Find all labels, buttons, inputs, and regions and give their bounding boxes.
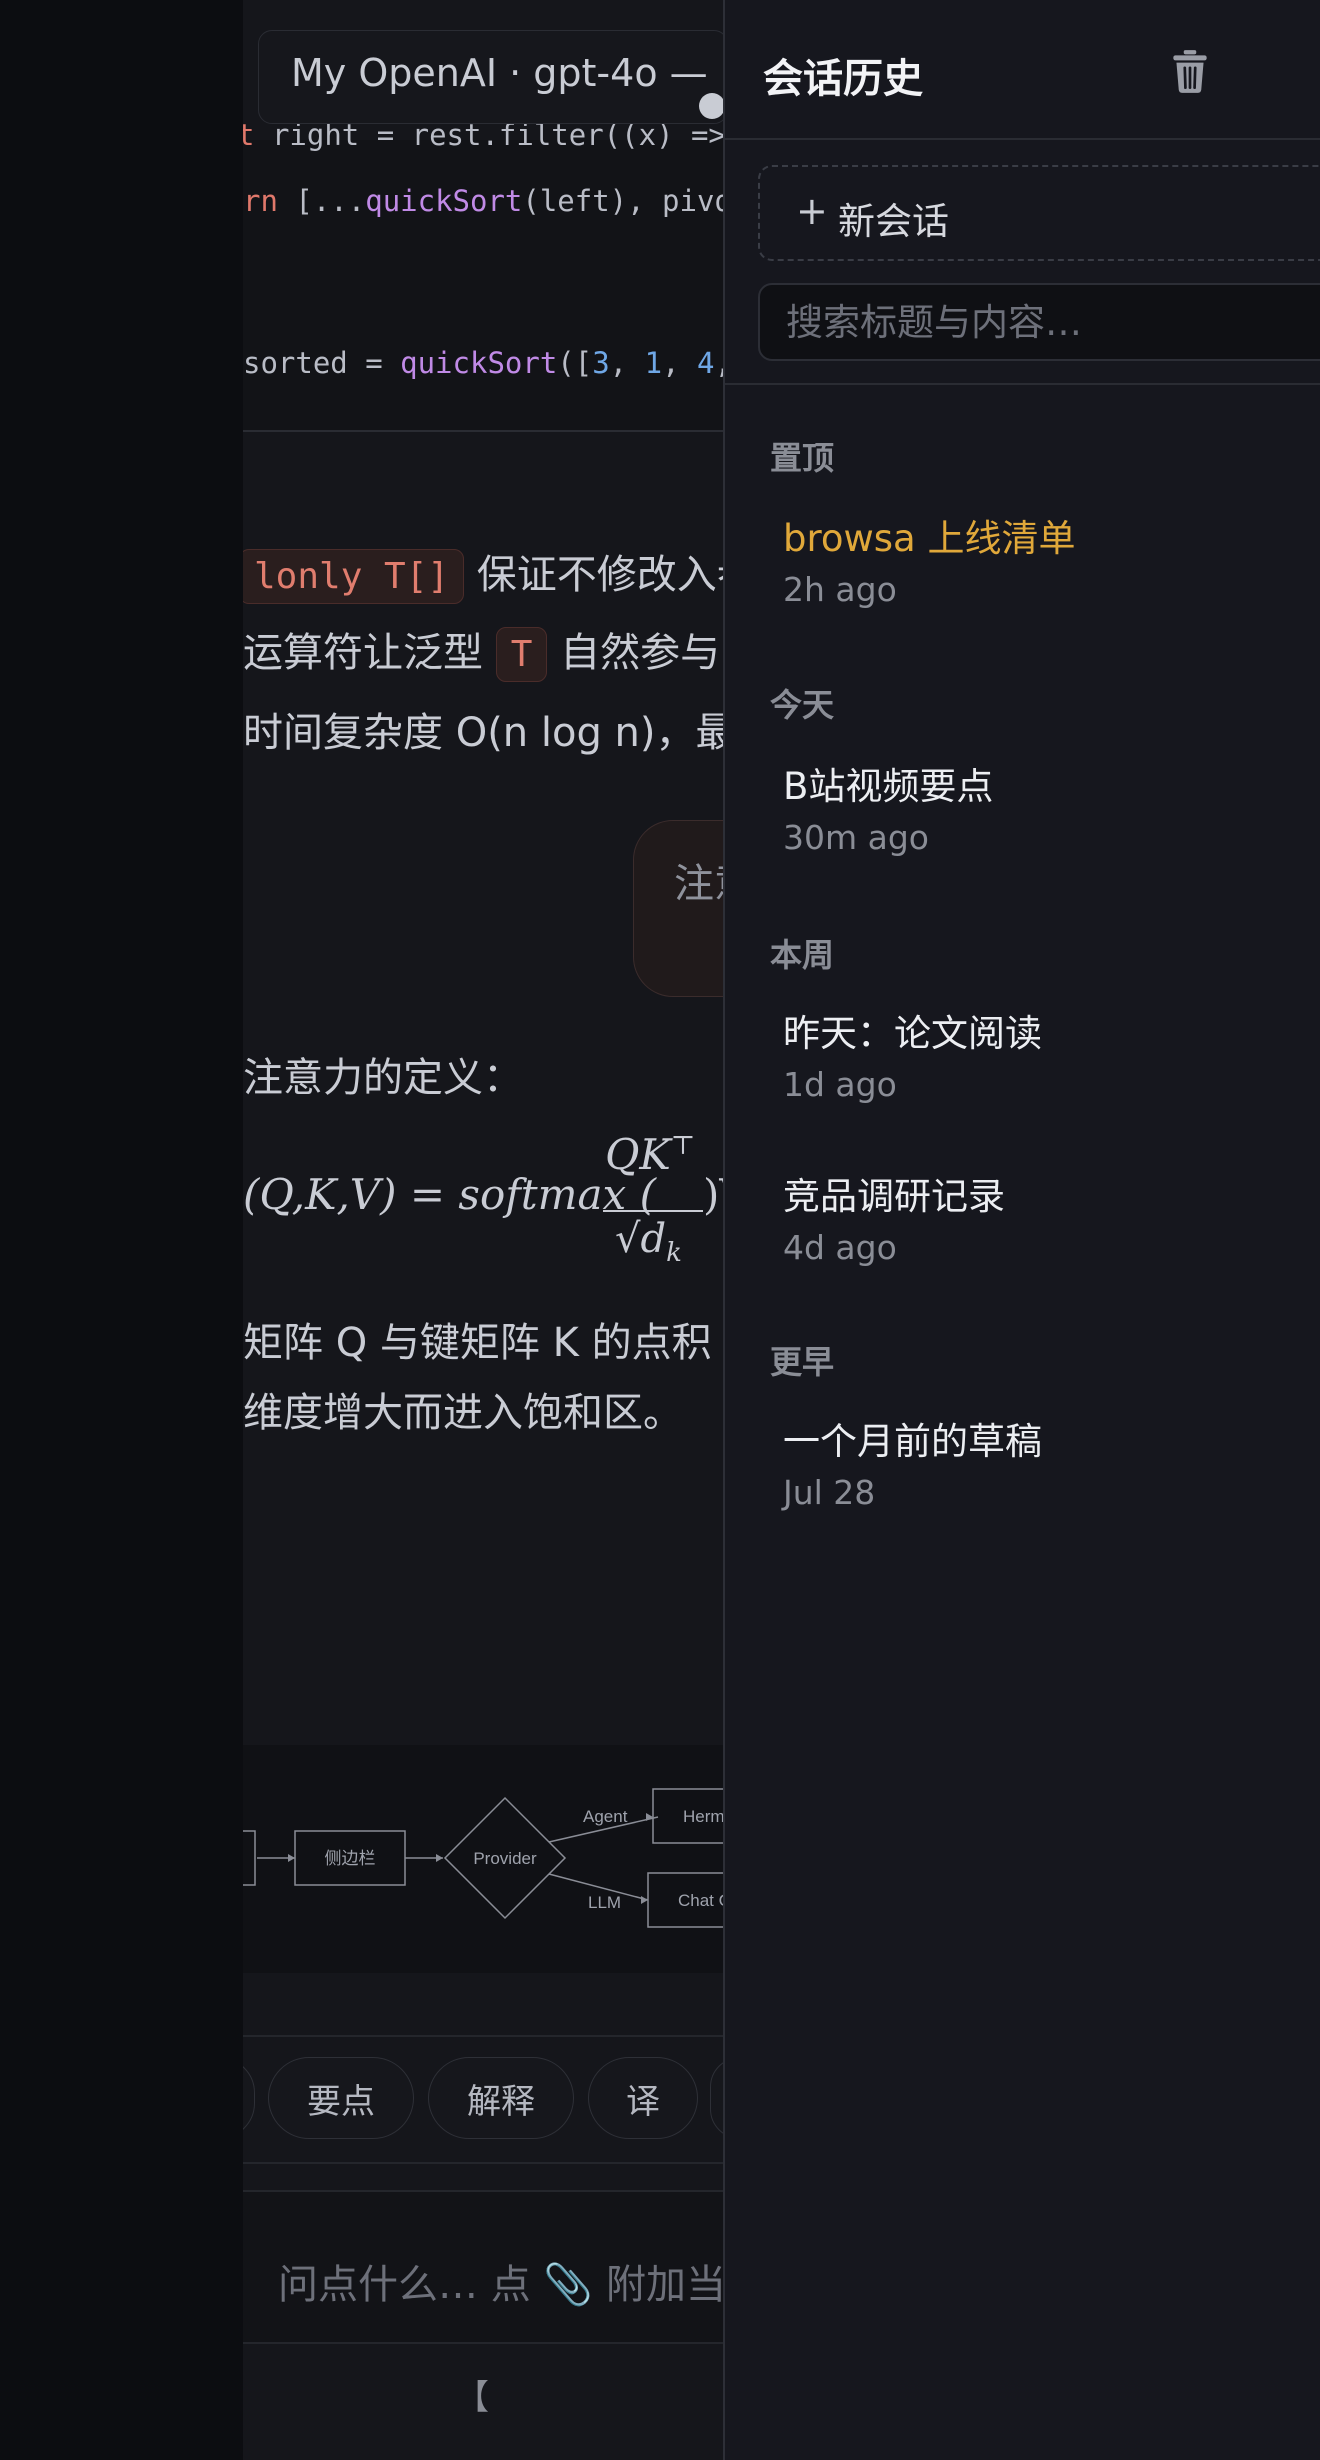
plus-icon: + — [796, 189, 828, 233]
chip-next[interactable] — [710, 2057, 723, 2139]
diagram-arrow-llm — [641, 1896, 648, 1904]
paragraph-3: 时间复杂度 O(n log n)，最 — [243, 710, 723, 756]
conversation-item[interactable]: 竞品调研记录 4d ago — [761, 1148, 1301, 1293]
diagram-arrow-1 — [288, 1854, 295, 1862]
conversation-time: 2h ago — [783, 570, 897, 609]
quick-action-chips: 要点 解释 译 — [243, 2035, 723, 2164]
math-formula: (Q,K,V) = softmax ( QK⊤ √dk )V — [243, 1130, 723, 1268]
code-line-2: rn [...quickSort(left), pivo — [243, 184, 723, 218]
model-title: My OpenAI · gpt-4o — — [291, 51, 708, 95]
new-chat-button[interactable]: + 新会话 — [758, 165, 1320, 261]
user-message-bubble: 注意 — [633, 820, 723, 997]
section-label-pinned: 置顶 — [770, 439, 835, 477]
flow-diagram: 侧边栏 Provider Agent LLM Herm Chat C — [243, 1745, 723, 1973]
footer-hint: 【 — [455, 2378, 489, 2418]
diagram-arrow-2 — [436, 1854, 443, 1862]
conversation-time: 30m ago — [783, 818, 929, 857]
conversation-item[interactable]: browsa 上线清单 2h ago — [761, 490, 1301, 635]
code-line-3: sorted = quickSort([3, 1, 4, — [243, 346, 723, 380]
conversation-time: 1d ago — [783, 1065, 897, 1104]
section-label-earlier: 更早 — [770, 1343, 835, 1381]
conversation-title: 竞品调研记录 — [783, 1175, 1005, 1218]
composer-placeholder: 问点什么… 点 📎 附加当 — [278, 2262, 723, 2308]
drawer-header: 会话历史 — [725, 0, 1320, 140]
left-gutter — [0, 0, 243, 2460]
new-chat-label: 新会话 — [838, 200, 949, 243]
status-dot-icon — [699, 93, 725, 119]
history-search-input[interactable] — [758, 283, 1320, 361]
flow-diagram-svg: 侧边栏 Provider Agent LLM Herm Chat C — [243, 1788, 723, 1928]
section-label-today: 今天 — [770, 686, 835, 724]
history-drawer: 会话历史 + 新会话 置顶 browsa 上线清单 2h ago — [723, 0, 1320, 2460]
conversation-title: 一个月前的草稿 — [783, 1420, 1042, 1463]
diagram-label-agent: Agent — [583, 1807, 628, 1826]
trash-icon-svg — [1173, 50, 1207, 93]
fraction-bar — [603, 1210, 703, 1212]
diagram-label-chat: Chat C — [678, 1891, 723, 1910]
model-selector[interactable]: My OpenAI · gpt-4o — — [258, 30, 728, 124]
conversation-item[interactable]: 一个月前的草稿 Jul 28 — [761, 1393, 1301, 1538]
inline-code-t: T — [495, 627, 548, 682]
section-label-this-week: 本周 — [770, 936, 835, 974]
conversation-time: Jul 28 — [783, 1473, 876, 1512]
chip-explain[interactable]: 解释 — [428, 2057, 574, 2139]
diagram-label-provider: Provider — [473, 1849, 537, 1868]
diagram-label-herm: Herm — [683, 1807, 723, 1826]
conversation-time: 4d ago — [783, 1228, 897, 1267]
drawer-title: 会话历史 — [763, 56, 923, 102]
paragraph-1: lonly T[] 保证不修改入参 — [243, 542, 723, 604]
conversation-title: B站视频要点 — [783, 765, 994, 808]
diagram-arrow-agent — [646, 1813, 653, 1821]
conversation-item[interactable]: 昨天：论文阅读 1d ago — [761, 985, 1301, 1130]
diagram-node-prev — [243, 1830, 256, 1886]
search-divider — [725, 383, 1320, 385]
paragraph-5: 维度增大而进入饱和区。 — [243, 1390, 683, 1436]
conversation-title: browsa 上线清单 — [783, 517, 1076, 560]
conversation-title: 昨天：论文阅读 — [783, 1012, 1042, 1055]
attention-heading: 注意力的定义： — [243, 1055, 523, 1101]
trash-icon[interactable] — [1165, 46, 1215, 96]
conversation-item[interactable]: B站视频要点 30m ago — [761, 738, 1301, 883]
inline-code-readonly: lonly T[] — [243, 549, 465, 604]
chip-prev[interactable] — [243, 2057, 255, 2139]
paragraph-2: 运算符让泛型 T 自然参与 — [243, 620, 720, 682]
chat-panel: t right = rest.filter((x) => rn [...quic… — [243, 0, 723, 2460]
diagram-label-sidebar: 侧边栏 — [325, 1849, 376, 1868]
diagram-label-llm: LLM — [588, 1893, 621, 1912]
paragraph-4: 矩阵 Q 与键矩阵 K 的点积 — [243, 1320, 712, 1366]
code-block: t right = rest.filter((x) => rn [...quic… — [243, 118, 723, 432]
chip-translate[interactable]: 译 — [588, 2057, 698, 2139]
chip-key-points[interactable]: 要点 — [268, 2057, 414, 2139]
message-composer[interactable]: 问点什么… 点 📎 附加当 — [243, 2190, 723, 2344]
